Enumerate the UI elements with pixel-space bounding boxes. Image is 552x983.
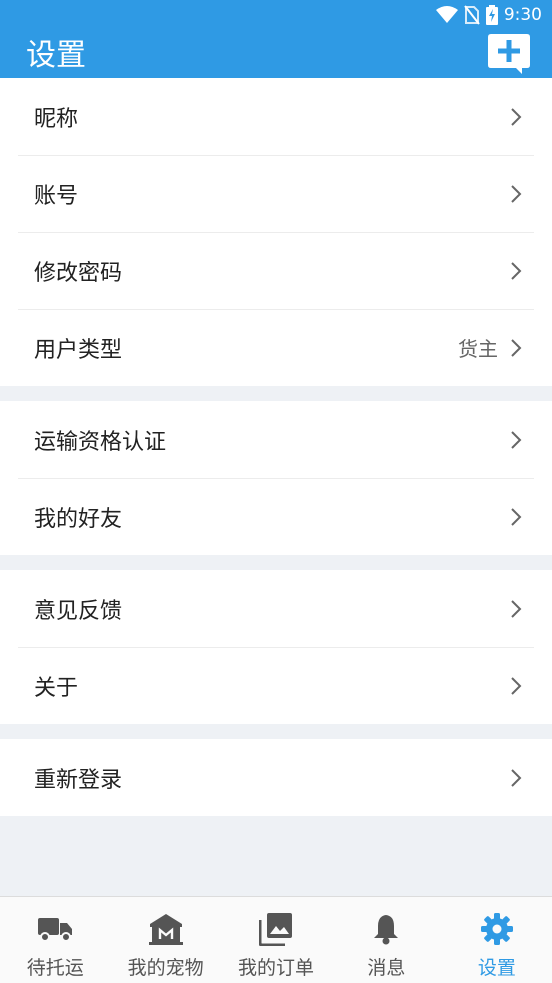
add-icon: [488, 34, 530, 74]
settings-row-transport-certification[interactable]: 运输资格认证: [0, 401, 552, 478]
row-label: 我的好友: [34, 506, 123, 532]
chevron-right-icon: [511, 599, 522, 618]
photo-library-icon: [259, 913, 293, 946]
settings-row-user-type[interactable]: 用户类型 货主: [0, 309, 552, 386]
add-button[interactable]: [488, 34, 530, 74]
settings-row-account[interactable]: 账号: [0, 155, 552, 232]
chevron-right-icon: [511, 184, 522, 203]
account-section: 昵称 账号 修改密码 用户类型 货主: [0, 78, 552, 386]
battery-charging-icon: [485, 5, 498, 25]
tab-label: 设置: [477, 957, 516, 979]
settings-row-my-friends[interactable]: 我的好友: [0, 478, 552, 555]
chevron-right-icon: [511, 676, 522, 695]
chevron-right-icon: [511, 430, 522, 449]
chevron-right-icon: [511, 507, 522, 526]
row-label: 账号: [34, 183, 79, 209]
user-type-value: 货主: [458, 337, 498, 361]
tab-pending-shipment[interactable]: 待托运: [0, 897, 110, 983]
chevron-right-icon: [511, 107, 522, 126]
feedback-section: 意见反馈 关于: [0, 570, 552, 724]
store-icon: [148, 914, 183, 945]
tab-settings[interactable]: 设置: [442, 897, 552, 983]
row-label: 昵称: [34, 106, 79, 132]
chevron-right-icon: [511, 338, 522, 357]
tab-label: 消息: [367, 957, 406, 979]
bell-icon: [374, 915, 399, 945]
status-bar: 9:30: [435, 0, 552, 30]
row-label: 重新登录: [34, 767, 123, 793]
tab-label: 待托运: [26, 957, 84, 979]
gear-icon: [480, 913, 513, 945]
row-label: 意见反馈: [34, 598, 123, 624]
chevron-right-icon: [511, 261, 522, 280]
settings-row-nickname[interactable]: 昵称: [0, 78, 552, 155]
row-label: 用户类型: [34, 337, 123, 363]
tab-my-pets[interactable]: 我的宠物: [110, 897, 220, 983]
settings-row-relogin[interactable]: 重新登录: [0, 739, 552, 816]
app-header: 9:30 设置: [0, 0, 552, 78]
settings-row-feedback[interactable]: 意见反馈: [0, 570, 552, 647]
row-label: 关于: [34, 675, 79, 701]
transport-section: 运输资格认证 我的好友: [0, 401, 552, 555]
settings-row-about[interactable]: 关于: [0, 647, 552, 724]
page-title: 设置: [26, 38, 86, 73]
login-section: 重新登录: [0, 739, 552, 816]
bottom-nav: 待托运 我的宠物 我的订单 消息 设置: [0, 896, 552, 983]
tab-my-orders[interactable]: 我的订单: [221, 897, 331, 983]
status-time: 9:30: [503, 5, 542, 25]
truck-icon: [38, 918, 73, 942]
tab-label: 我的订单: [238, 957, 315, 979]
tab-messages[interactable]: 消息: [331, 897, 441, 983]
tab-label: 我的宠物: [127, 957, 204, 979]
row-label: 修改密码: [34, 260, 123, 286]
wifi-icon: [435, 6, 458, 23]
chevron-right-icon: [511, 768, 522, 787]
row-label: 运输资格认证: [34, 429, 167, 455]
no-sim-icon: [464, 5, 480, 25]
settings-row-change-password[interactable]: 修改密码: [0, 232, 552, 309]
